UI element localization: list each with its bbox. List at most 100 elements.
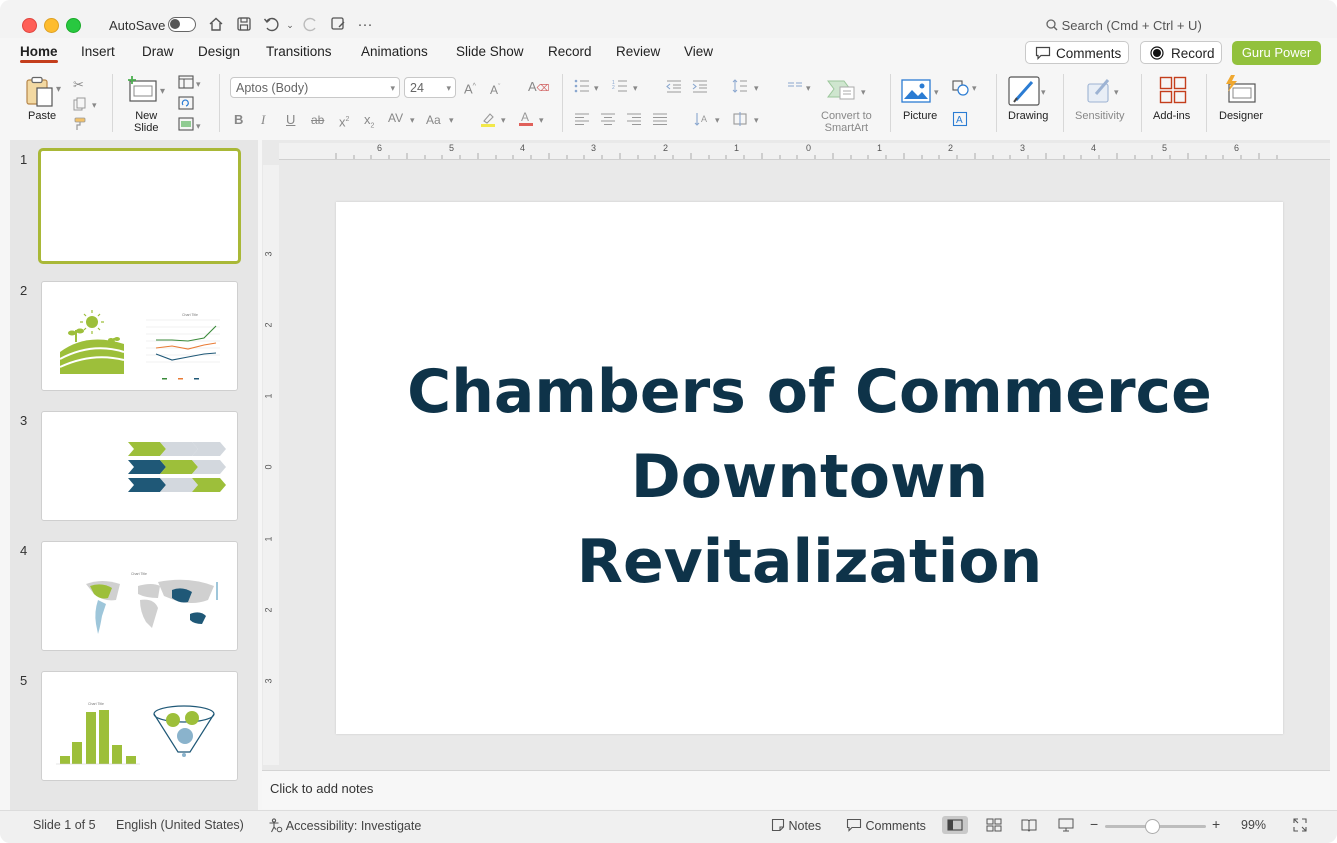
zoom-window-button[interactable]	[66, 18, 81, 33]
tab-insert[interactable]: Insert	[81, 44, 115, 59]
decrease-font-size-icon[interactable]: Aˇ	[490, 80, 500, 98]
font-color-icon[interactable]: A	[518, 110, 534, 131]
align-text-dropdown-icon[interactable]: ▾	[754, 112, 759, 128]
tab-draw[interactable]: Draw	[142, 44, 174, 59]
text-direction-dropdown-icon[interactable]: ▾	[715, 112, 720, 128]
align-left-icon[interactable]	[574, 112, 590, 130]
section-icon[interactable]	[178, 117, 194, 135]
drawing-dropdown-icon[interactable]: ▾	[1041, 84, 1046, 100]
tab-slide-show[interactable]: Slide Show	[456, 44, 524, 59]
zoom-level[interactable]: 99%	[1241, 818, 1266, 832]
reset-slide-icon[interactable]	[178, 96, 194, 114]
character-spacing-dropdown-icon[interactable]: ▾	[410, 112, 415, 128]
strikethrough-icon[interactable]: ab	[311, 112, 324, 128]
more-options-icon[interactable]: ···	[356, 16, 374, 34]
copy-dropdown-icon[interactable]: ▾	[92, 97, 97, 113]
smartart-icon[interactable]	[826, 77, 858, 106]
superscript-icon[interactable]: x2	[339, 112, 349, 130]
font-color-dropdown-icon[interactable]: ▾	[539, 112, 544, 128]
shapes-icon[interactable]	[952, 80, 970, 100]
text-direction-icon[interactable]: A	[694, 111, 710, 131]
record-button[interactable]: Record	[1140, 41, 1222, 64]
paste-icon[interactable]	[24, 76, 56, 113]
notes-pane[interactable]: Click to add notes	[262, 770, 1330, 809]
justify-icon[interactable]	[652, 112, 668, 130]
current-slide[interactable]: Chambers of Commerce Downtown Revitaliza…	[336, 202, 1283, 734]
tab-design[interactable]: Design	[198, 44, 240, 59]
highlight-dropdown-icon[interactable]: ▾	[501, 112, 506, 128]
line-spacing-dropdown-icon[interactable]: ▾	[754, 80, 759, 96]
add-ins-icon[interactable]	[1159, 76, 1187, 109]
slide-thumbnail-1[interactable]	[38, 148, 241, 264]
columns-dropdown-icon[interactable]: ▾	[806, 80, 811, 96]
increase-font-size-icon[interactable]: A^	[464, 79, 476, 97]
numbering-dropdown-icon[interactable]: ▾	[633, 80, 638, 96]
designer-icon[interactable]	[1225, 74, 1257, 109]
slide-sorter-button[interactable]	[981, 816, 1007, 834]
undo-dropdown-icon[interactable]: ⌄	[281, 16, 299, 34]
tab-view[interactable]: View	[684, 44, 713, 59]
language-indicator[interactable]: English (United States)	[116, 818, 244, 832]
close-window-button[interactable]	[22, 18, 37, 33]
underline-icon[interactable]: U	[286, 112, 295, 128]
accessibility-button[interactable]: Accessibility: Investigate	[268, 818, 421, 833]
clear-formatting-icon[interactable]: A⌫	[528, 79, 549, 96]
comments-toggle-button[interactable]: Comments	[846, 818, 926, 833]
home-icon[interactable]	[207, 16, 225, 34]
zoom-out-button[interactable]: −	[1090, 816, 1098, 832]
line-spacing-icon[interactable]	[732, 79, 748, 97]
paste-dropdown-icon[interactable]: ▾	[56, 82, 61, 98]
format-painter-icon[interactable]	[73, 117, 87, 135]
italic-icon[interactable]: I	[261, 112, 265, 128]
text-box-icon[interactable]: A	[952, 111, 968, 131]
guru-power-button[interactable]: Guru Power	[1232, 41, 1321, 65]
save-icon[interactable]	[235, 16, 253, 34]
font-size-select[interactable]: 24 ▾	[404, 77, 456, 98]
sensitivity-dropdown-icon[interactable]: ▾	[1114, 84, 1119, 100]
search-box[interactable]: Search (Cmd + Ctrl + U)	[1046, 18, 1202, 33]
smartart-dropdown-icon[interactable]: ▾	[861, 84, 866, 100]
change-case-icon[interactable]: Aa	[426, 112, 441, 128]
new-slide-icon[interactable]	[126, 76, 158, 109]
tab-animations[interactable]: Animations	[361, 44, 428, 59]
fit-to-window-button[interactable]	[1287, 816, 1313, 834]
drawing-icon[interactable]	[1008, 76, 1040, 111]
numbering-icon[interactable]: 12	[612, 79, 628, 97]
minimize-window-button[interactable]	[44, 18, 59, 33]
decrease-indent-icon[interactable]	[666, 79, 682, 97]
section-dropdown-icon[interactable]: ▾	[196, 118, 201, 134]
align-center-icon[interactable]	[600, 112, 616, 130]
slide-thumbnail-3[interactable]	[41, 411, 238, 521]
subscript-icon[interactable]: x2	[364, 112, 374, 135]
slideshow-view-button[interactable]	[1053, 816, 1079, 834]
normal-view-button[interactable]	[942, 816, 968, 834]
change-case-dropdown-icon[interactable]: ▾	[449, 112, 454, 128]
reading-view-button[interactable]	[1016, 816, 1042, 834]
slide-thumbnail-5[interactable]: Chart Title	[41, 671, 238, 781]
bullets-dropdown-icon[interactable]: ▾	[594, 80, 599, 96]
zoom-in-button[interactable]: +	[1212, 816, 1220, 832]
zoom-slider-knob[interactable]	[1144, 819, 1160, 834]
undo-icon[interactable]	[262, 16, 280, 34]
shapes-dropdown-icon[interactable]: ▾	[972, 80, 977, 96]
sensitivity-icon[interactable]	[1086, 76, 1114, 109]
character-spacing-icon[interactable]: AV	[388, 110, 403, 126]
slide-title[interactable]: Chambers of Commerce Downtown Revitaliza…	[336, 350, 1283, 605]
layout-dropdown-icon[interactable]: ▾	[196, 76, 201, 92]
align-right-icon[interactable]	[626, 112, 642, 130]
slide-thumbnail-4[interactable]: Chart Title	[41, 541, 238, 651]
increase-indent-icon[interactable]	[692, 79, 708, 97]
tab-home[interactable]: Home	[20, 44, 58, 59]
notes-toggle-button[interactable]: Notes	[771, 818, 821, 833]
align-text-icon[interactable]	[732, 111, 748, 131]
cut-icon[interactable]: ✂	[73, 77, 84, 93]
copy-icon[interactable]	[73, 97, 87, 115]
layout-icon[interactable]	[178, 75, 194, 93]
tab-transitions[interactable]: Transitions	[266, 44, 332, 59]
picture-dropdown-icon[interactable]: ▾	[934, 84, 939, 100]
redo-icon[interactable]	[302, 16, 320, 34]
new-slide-dropdown-icon[interactable]: ▾	[160, 84, 165, 100]
tab-review[interactable]: Review	[616, 44, 660, 59]
font-name-select[interactable]: Aptos (Body) ▾	[230, 77, 400, 98]
highlight-color-icon[interactable]	[480, 111, 496, 131]
